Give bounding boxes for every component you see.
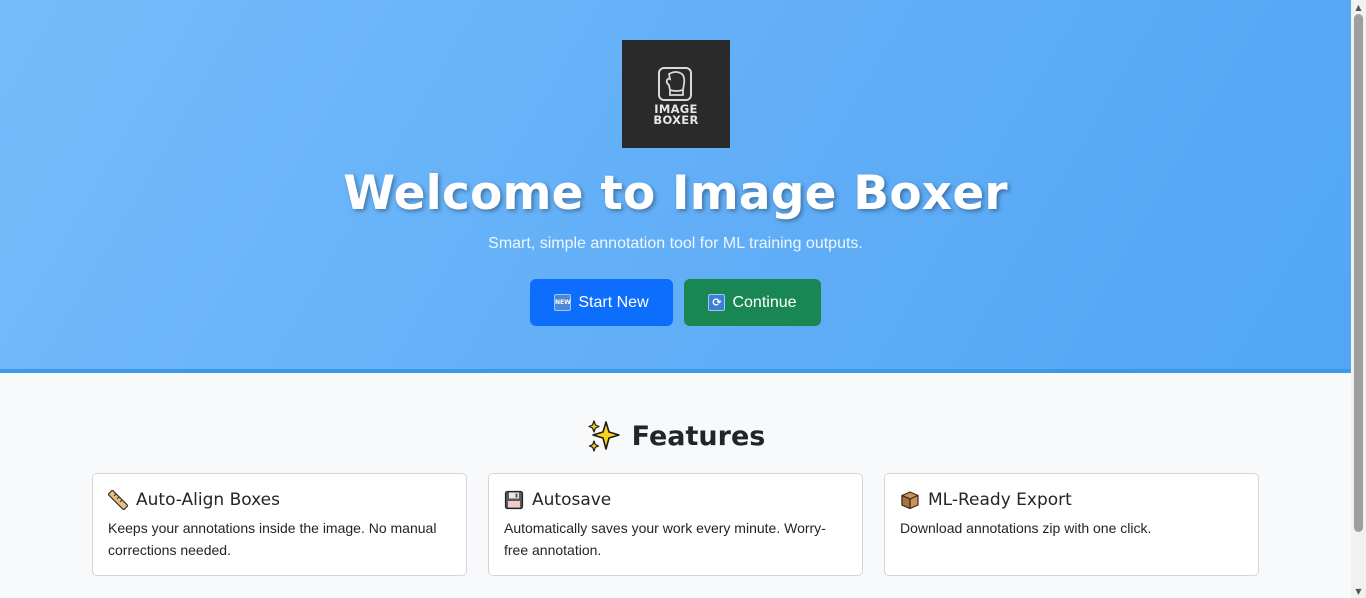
continue-button[interactable]: ⟳ Continue [684, 279, 821, 326]
new-icon: NEW [554, 294, 572, 311]
feature-title: Autosave [532, 490, 612, 510]
boxing-glove-icon [658, 67, 692, 101]
repeat-icon: ⟳ [708, 294, 726, 311]
logo-text: IMAGE BOXER [622, 103, 730, 127]
hero-divider [0, 369, 1351, 373]
feature-card-auto-align: Auto-Align Boxes Keeps your annotations … [92, 473, 467, 576]
feature-card-ml-export: ML-Ready Export Download annotations zip… [884, 473, 1259, 576]
start-new-label: Start New [578, 293, 649, 311]
ruler-icon [108, 490, 128, 510]
start-new-button[interactable]: NEW Start New [530, 279, 673, 326]
vertical-scrollbar[interactable]: ▲ ▼ [1351, 0, 1366, 598]
sparkles-icon [588, 420, 620, 452]
features-heading: Features [0, 418, 1351, 454]
floppy-disk-icon [504, 490, 524, 510]
feature-description: Download annotations zip with one click. [900, 520, 1152, 536]
page-title: Welcome to Image Boxer [343, 166, 1008, 221]
feature-title: Auto-Align Boxes [136, 490, 280, 510]
hero-section: IMAGE BOXER Welcome to Image Boxer Smart… [0, 0, 1351, 369]
scroll-up-arrow-icon[interactable]: ▲ [1351, 0, 1366, 14]
feature-description: Keeps your annotations inside the image.… [108, 520, 437, 558]
page: IMAGE BOXER Welcome to Image Boxer Smart… [0, 0, 1351, 598]
page-subtitle: Smart, simple annotation tool for ML tra… [488, 235, 863, 252]
scroll-down-arrow-icon[interactable]: ▼ [1351, 584, 1366, 598]
features-heading-text: Features [631, 420, 766, 452]
scroll-thumb[interactable] [1354, 14, 1363, 532]
feature-title: ML-Ready Export [928, 490, 1072, 510]
logo-line-2: BOXER [653, 113, 699, 127]
feature-description: Automatically saves your work every minu… [504, 520, 826, 558]
package-icon [901, 491, 919, 510]
continue-label: Continue [732, 293, 797, 311]
app-logo: IMAGE BOXER [622, 40, 730, 148]
feature-card-autosave: Autosave Automatically saves your work e… [488, 473, 863, 576]
